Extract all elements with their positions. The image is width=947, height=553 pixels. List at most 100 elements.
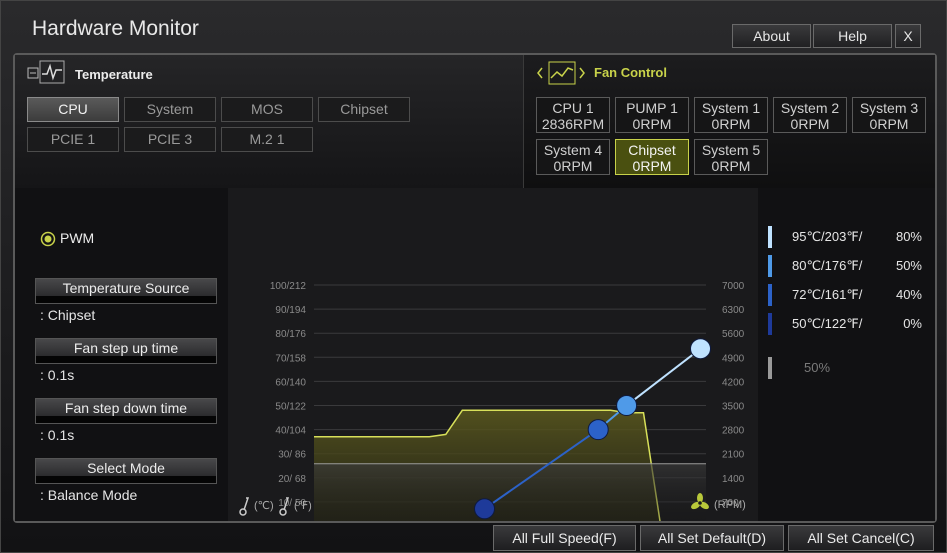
- select-mode-button[interactable]: Select Mode: [35, 458, 217, 484]
- legend-temperature: 72℃/161℉/: [792, 287, 863, 302]
- legend-row[interactable]: 50℃/122℉/ 0%: [768, 313, 928, 335]
- fan-system5[interactable]: System 5 0RPM: [694, 139, 768, 175]
- fan-curve-point-2[interactable]: [587, 419, 609, 441]
- fan-rpm: 0RPM: [711, 158, 751, 174]
- fan-curve-point-4[interactable]: [690, 338, 712, 360]
- fan-system1[interactable]: System 1 0RPM: [694, 97, 768, 133]
- fan-name: System 5: [701, 142, 761, 158]
- all-full-speed-button[interactable]: All Full Speed(F): [493, 525, 636, 551]
- temperature-section: Temperature CPU System MOS Chipset PCIE …: [15, 55, 523, 188]
- fan-rpm: 0RPM: [711, 116, 751, 132]
- fan-name: Chipset: [628, 142, 676, 158]
- right-tick-label: 2800: [722, 426, 745, 437]
- fan-rpm: 0RPM: [869, 116, 909, 132]
- legend-row[interactable]: 80℃/176℉/ 50%: [768, 255, 928, 277]
- legend-row-extra: 50%: [768, 357, 928, 379]
- close-button[interactable]: X: [895, 24, 921, 48]
- fan-name: CPU 1: [552, 100, 594, 116]
- temperature-label: Temperature: [75, 67, 153, 82]
- temp-source-system[interactable]: System: [124, 97, 216, 122]
- legend-extra-percent: 50%: [804, 360, 831, 375]
- fan-step-up-button[interactable]: Fan step up time: [35, 338, 217, 364]
- legend-row[interactable]: 72℃/161℉/ 40%: [768, 284, 928, 306]
- legend-temperature: 50℃/122℉/: [792, 316, 863, 331]
- fan-name: System 4: [543, 142, 603, 158]
- fan-step-down-button[interactable]: Fan step down time: [35, 398, 217, 424]
- right-tick-label: 1400: [722, 474, 745, 485]
- fan-system3[interactable]: System 3 0RPM: [852, 97, 926, 133]
- window-title: Hardware Monitor: [32, 17, 199, 40]
- fan-rpm: 0RPM: [632, 116, 672, 132]
- legend-color-bar: [768, 255, 772, 277]
- fan-curve-point-1[interactable]: [474, 498, 496, 520]
- unit-fahrenheit: (℉): [294, 500, 312, 512]
- temp-source-cpu[interactable]: CPU: [27, 97, 119, 122]
- temp-source-mos[interactable]: MOS: [221, 97, 313, 122]
- about-button[interactable]: About: [732, 24, 811, 48]
- left-tick-label: 60/140: [275, 377, 306, 388]
- pwm-label: PWM: [60, 230, 95, 246]
- right-tick-label: 7000: [722, 281, 745, 292]
- help-button[interactable]: Help: [813, 24, 892, 48]
- legend-row[interactable]: 95℃/203℉/ 80%: [768, 226, 928, 248]
- fan-control-section: Fan Control CPU 1 2836RPM PUMP 1 0RPM Sy…: [523, 55, 935, 188]
- fan-settings-column: PWM Temperature Source : Chipset Fan ste…: [15, 188, 228, 521]
- left-tick-label: 100/212: [270, 281, 307, 292]
- left-tick-label: 90/194: [275, 305, 306, 316]
- all-set-default-button[interactable]: All Set Default(D): [640, 525, 784, 551]
- left-tick-label: 20/ 68: [278, 474, 306, 485]
- right-tick-label: 2100: [722, 450, 745, 461]
- fan-system2[interactable]: System 2 0RPM: [773, 97, 847, 133]
- right-tick-label: 6300: [722, 305, 745, 316]
- fan-step-down-value: : 0.1s: [40, 427, 75, 443]
- legend-color-bar: [768, 313, 772, 335]
- fan-curve-svg[interactable]: 100/212 90/194 80/176 70/158 60/140 50/122 40/…: [228, 188, 758, 533]
- fan-system4[interactable]: System 4 0RPM: [536, 139, 610, 175]
- fan-chipset[interactable]: Chipset 0RPM: [615, 139, 689, 175]
- select-mode-value: : Balance Mode: [40, 487, 138, 503]
- legend-percent: 50%: [895, 258, 922, 273]
- temp-source-m2-1[interactable]: M.2 1: [221, 127, 313, 152]
- right-tick-label: 4900: [722, 353, 745, 364]
- temp-source-pcie1[interactable]: PCIE 1: [27, 127, 119, 152]
- pwm-radio[interactable]: [40, 231, 56, 247]
- fan-cpu1[interactable]: CPU 1 2836RPM: [536, 97, 610, 133]
- right-tick-label: 3500: [722, 402, 745, 413]
- left-tick-label: 70/158: [275, 353, 306, 364]
- legend-temperature: 95℃/203℉/: [792, 229, 863, 244]
- main-panel: Temperature CPU System MOS Chipset PCIE …: [13, 53, 937, 533]
- temp-source-pcie3[interactable]: PCIE 3: [124, 127, 216, 152]
- unit-celsius: (℃): [254, 500, 274, 512]
- temperature-source-value: : Chipset: [40, 307, 96, 323]
- current-fan-level-band: [314, 463, 706, 525]
- legend-percent: 80%: [895, 229, 922, 244]
- left-tick-label: 80/176: [275, 329, 306, 340]
- fan-name: System 2: [780, 100, 840, 116]
- legend-temperature: 80℃/176℉/: [792, 258, 863, 273]
- fan-rpm: 0RPM: [790, 116, 830, 132]
- temperature-graph-icon: [39, 60, 65, 84]
- all-set-cancel-button[interactable]: All Set Cancel(C): [788, 525, 934, 551]
- right-tick-label: 4200: [722, 377, 745, 388]
- fan-name: System 3: [859, 100, 919, 116]
- left-tick-label: 40/104: [275, 426, 306, 437]
- fan-curve-graph[interactable]: 100/212 90/194 80/176 70/158 60/140 50/122 40/…: [228, 188, 758, 533]
- celsius-thermometer-icon: [239, 497, 250, 516]
- right-tick-label: 5600: [722, 329, 745, 340]
- hardware-monitor-window: Hardware Monitor About Help X Temperatur…: [0, 0, 947, 553]
- fahrenheit-thermometer-icon: [279, 497, 290, 516]
- legend-color-bar: [768, 226, 772, 248]
- legend-color-bar: [768, 284, 772, 306]
- fan-graph-icon: [537, 61, 585, 85]
- unit-rpm: (RPM): [714, 499, 746, 511]
- legend-percent: 0%: [903, 316, 922, 331]
- fan-name: PUMP 1: [626, 100, 678, 116]
- temp-source-chipset[interactable]: Chipset: [318, 97, 410, 122]
- fan-curve-point-3[interactable]: [616, 395, 638, 416]
- left-tick-label: 50/122: [275, 402, 306, 413]
- fan-icon: [691, 493, 709, 510]
- temperature-source-button[interactable]: Temperature Source: [35, 278, 217, 304]
- fan-rpm: 2836RPM: [541, 116, 605, 132]
- fan-pump1[interactable]: PUMP 1 0RPM: [615, 97, 689, 133]
- legend-color-bar: [768, 357, 772, 379]
